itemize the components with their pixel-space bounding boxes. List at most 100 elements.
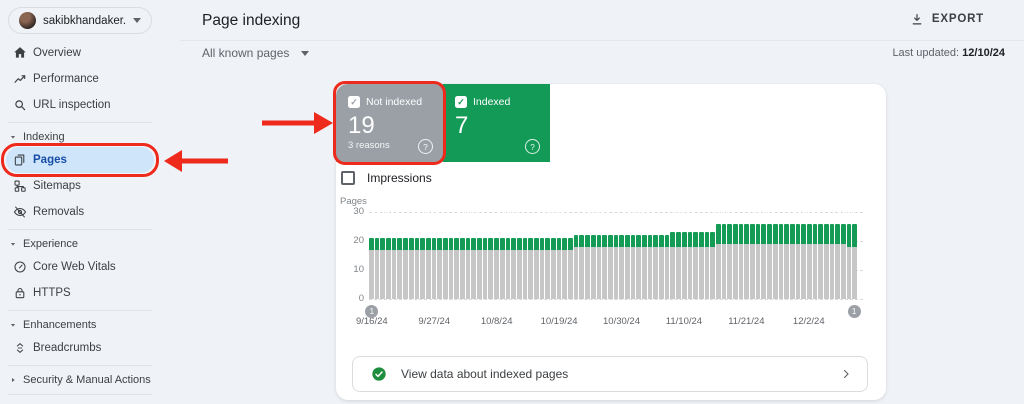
not-indexed-segment [698, 246, 704, 299]
indexed-segment [420, 238, 425, 250]
caret-down-icon [301, 50, 310, 56]
not-indexed-segment [380, 249, 386, 299]
caret-down-icon [8, 239, 18, 249]
stacked-bar[interactable] [852, 212, 858, 299]
indexed-segment [425, 238, 431, 250]
check-circle-icon [372, 367, 386, 381]
not-indexed-segment [704, 246, 710, 299]
view-indexed-data-link[interactable]: View data about indexed pages [352, 356, 868, 392]
indexed-segment [408, 238, 414, 250]
indexed-segment [533, 238, 539, 250]
indexed-segment [568, 238, 573, 250]
indexed-segment [397, 238, 403, 250]
indexed-segment [693, 232, 698, 247]
indexed-segment [551, 238, 556, 250]
indexed-segment [806, 223, 812, 244]
sidebar-item-breadcrumbs[interactable]: Breadcrumbs [6, 335, 154, 361]
indexed-segment [818, 223, 823, 244]
indexed-segment [733, 223, 738, 244]
sidebar-item-https[interactable]: HTTPS [6, 280, 154, 306]
indexed-segment [812, 223, 818, 244]
not-indexed-segment [630, 246, 636, 299]
last-updated-date: 12/10/24 [962, 47, 1005, 59]
not-indexed-segment [846, 246, 852, 299]
chevron-right-icon [839, 367, 853, 381]
indexed-segment [374, 238, 380, 250]
not-indexed-segment [420, 249, 425, 299]
sidebar-label: HTTPS [33, 287, 71, 299]
scope-filter-dropdown[interactable]: All known pages [202, 46, 310, 60]
not-indexed-segment [545, 249, 550, 299]
sidebar-label: Performance [33, 73, 99, 85]
indexed-segment [613, 235, 619, 247]
not-indexed-segment [789, 243, 795, 299]
indexed-segment [482, 238, 488, 250]
indexed-segment [516, 238, 522, 250]
not-indexed-segment [818, 243, 823, 299]
not-indexed-segment [562, 249, 568, 299]
not-indexed-segment [374, 249, 380, 299]
avatar [19, 12, 36, 29]
not-indexed-segment [670, 246, 676, 299]
sidebar-item-pages[interactable]: Pages [1, 143, 159, 177]
indexed-segment [471, 238, 477, 250]
sidebar-label: Removals [33, 206, 85, 218]
not-indexed-segment [579, 246, 585, 299]
sidebar-section-security-manual-actions[interactable]: Security & Manual Actions [6, 370, 154, 390]
indexed-segment [767, 223, 772, 244]
indexed-segment [386, 238, 391, 250]
sidebar-item-sitemaps[interactable]: Sitemaps [6, 173, 154, 199]
sidebar-divider [8, 310, 152, 311]
not-indexed-segment [516, 249, 522, 299]
sidebar-item-core-web-vitals[interactable]: Core Web Vitals [6, 254, 154, 280]
indexed-segment [653, 235, 659, 247]
sidebar-section-indexing[interactable]: Indexing [6, 127, 154, 147]
indexed-segment [511, 238, 516, 250]
indexed-segment [687, 232, 693, 247]
pages-icon [13, 153, 27, 167]
not-indexed-segment [431, 249, 437, 299]
indexed-segment [619, 235, 624, 247]
sidebar-section-experience[interactable]: Experience [6, 234, 154, 254]
annotation-arrow-to-pages-item [164, 150, 228, 172]
removals-icon [13, 205, 27, 219]
not-indexed-segment [505, 249, 511, 299]
indexed-segment [659, 235, 664, 247]
indexed-segment [556, 238, 562, 250]
x-axis-tick: 10/8/24 [480, 316, 513, 327]
sidebar-item-overview[interactable]: Overview [6, 40, 154, 66]
sidebar-item-url-inspection[interactable]: URL inspection [6, 92, 154, 118]
indexed-segment [585, 235, 590, 247]
property-selector[interactable]: sakibkhandaker.com [8, 7, 152, 34]
sidebar-label: Pages [33, 154, 67, 166]
not-indexed-segment [738, 243, 744, 299]
x-axis-tick: 12/2/24 [792, 316, 825, 327]
sidebar-label: Experience [23, 238, 79, 250]
x-axis-tick: 11/21/24 [728, 316, 765, 327]
search-icon [13, 98, 27, 112]
indexed-segment [795, 223, 801, 244]
indexing-chart[interactable]: Pages 30 20 10 0 9/16/24 9/27/24 10/8/24 10/19/… [336, 84, 886, 344]
indexed-segment [437, 238, 442, 250]
sidebar-label: Indexing [23, 131, 65, 143]
indexed-segment [744, 223, 750, 244]
sidebar-item-removals[interactable]: Removals [6, 199, 154, 225]
not-indexed-segment [806, 243, 812, 299]
sidebar-item-performance[interactable]: Performance [6, 66, 154, 92]
indexed-segment [704, 232, 710, 247]
indexed-segment [636, 235, 641, 247]
not-indexed-segment [369, 249, 374, 299]
chart-range-marker[interactable]: 1 [847, 305, 861, 318]
not-indexed-segment [522, 249, 528, 299]
header-divider [180, 40, 1024, 41]
indexed-segment [442, 238, 448, 250]
not-indexed-segment [607, 246, 613, 299]
not-indexed-segment [556, 249, 562, 299]
sidebar-section-enhancements[interactable]: Enhancements [6, 315, 154, 335]
not-indexed-segment [403, 249, 408, 299]
not-indexed-segment [784, 243, 789, 299]
indexed-segment [642, 235, 647, 247]
indexed-segment [624, 235, 630, 247]
not-indexed-segment [602, 246, 607, 299]
export-button[interactable]: EXPORT [910, 12, 984, 26]
